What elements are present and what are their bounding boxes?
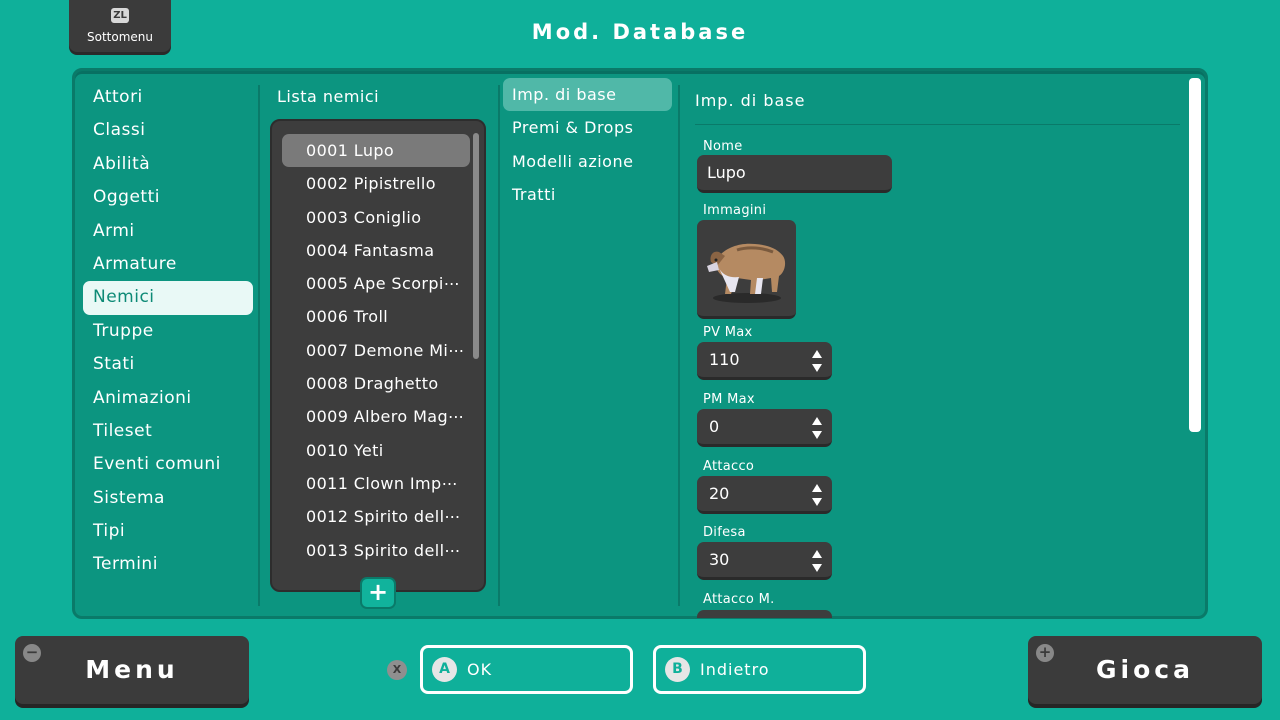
spinner-icon[interactable] <box>812 350 822 372</box>
enemy-item[interactable]: 0007 Demone Mi⋯ <box>282 334 470 367</box>
divider <box>258 85 260 606</box>
category-list: Attori Classi Abilità Oggetti Armi Armat… <box>83 81 253 582</box>
defense-label: Difesa <box>703 525 746 540</box>
pv-max-label: PV Max <box>703 325 753 340</box>
section-item-action-patterns[interactable]: Modelli azione <box>503 145 672 178</box>
minus-icon: − <box>23 644 41 662</box>
section-item-rewards-drops[interactable]: Premi & Drops <box>503 111 672 144</box>
spinner-icon[interactable] <box>812 417 822 439</box>
section-list: Imp. di base Premi & Drops Modelli azion… <box>503 78 672 211</box>
name-label: Nome <box>703 139 743 154</box>
attack-value: 20 <box>709 484 730 503</box>
enemy-list-scrollbar[interactable] <box>473 133 479 359</box>
pv-max-stepper[interactable]: 110 <box>697 342 832 380</box>
wolf-sprite-icon <box>707 243 786 303</box>
add-enemy-button[interactable]: + <box>360 577 396 609</box>
section-item-traits[interactable]: Tratti <box>503 178 672 211</box>
pm-max-stepper[interactable]: 0 <box>697 409 832 447</box>
plus-icon: + <box>1036 644 1054 662</box>
category-item-animations[interactable]: Animazioni <box>83 382 253 415</box>
category-item-tilesets[interactable]: Tileset <box>83 415 253 448</box>
spinner-icon[interactable] <box>812 484 822 506</box>
enemy-list: 0001 Lupo 0002 Pipistrello 0003 Coniglio… <box>270 119 486 592</box>
spinner-icon[interactable] <box>812 550 822 572</box>
enemy-item[interactable]: 0005 Ape Scorpi⋯ <box>282 267 470 300</box>
b-key-icon: B <box>665 657 690 682</box>
x-key-icon: X <box>387 660 407 680</box>
enemy-item[interactable]: 0004 Fantasma <box>282 234 470 267</box>
enemy-item[interactable]: 0008 Draghetto <box>282 367 470 400</box>
detail-form: Nome Lupo Immagini PV Max 110 PM Max 0 A… <box>695 131 1195 618</box>
category-item-enemies[interactable]: Nemici <box>83 281 253 315</box>
pm-max-value: 0 <box>709 417 720 436</box>
ok-label: OK <box>467 660 493 679</box>
pm-max-label: PM Max <box>703 392 755 407</box>
enemy-item[interactable]: 0003 Coniglio <box>282 201 470 234</box>
divider <box>695 124 1180 125</box>
a-key-icon: A <box>432 657 457 682</box>
section-item-basic-settings[interactable]: Imp. di base <box>503 78 672 112</box>
category-item-terms[interactable]: Termini <box>83 548 253 581</box>
pv-max-value: 110 <box>709 350 740 369</box>
detail-heading: Imp. di base <box>695 91 806 110</box>
menu-button[interactable]: − Menu <box>15 636 249 704</box>
category-item-items[interactable]: Oggetti <box>83 181 253 214</box>
category-item-troops[interactable]: Truppe <box>83 315 253 348</box>
enemy-item[interactable]: 0010 Yeti <box>282 434 470 467</box>
enemy-item[interactable]: 0001 Lupo <box>282 134 470 168</box>
enemy-item[interactable]: 0013 Spirito dell⋯ <box>282 534 470 567</box>
play-button[interactable]: + Gioca <box>1028 636 1262 704</box>
database-panel: Attori Classi Abilità Oggetti Armi Armat… <box>72 68 1208 619</box>
category-item-common-events[interactable]: Eventi comuni <box>83 448 253 481</box>
detail-scrollbar[interactable] <box>1189 78 1201 432</box>
category-item-states[interactable]: Stati <box>83 348 253 381</box>
category-item-types[interactable]: Tipi <box>83 515 253 548</box>
enemy-item[interactable]: 0009 Albero Mag⋯ <box>282 400 470 433</box>
menu-button-label: Menu <box>85 655 179 684</box>
play-button-label: Gioca <box>1096 655 1194 684</box>
ok-button[interactable]: A OK <box>420 645 633 694</box>
category-item-armors[interactable]: Armature <box>83 248 253 281</box>
m-attack-stepper[interactable] <box>697 610 832 618</box>
enemy-item[interactable]: 0011 Clown Imp⋯ <box>282 467 470 500</box>
enemy-item[interactable]: 0006 Troll <box>282 300 470 333</box>
category-item-classes[interactable]: Classi <box>83 114 253 147</box>
category-item-skills[interactable]: Abilità <box>83 148 253 181</box>
name-field[interactable]: Lupo <box>697 155 892 193</box>
category-item-actors[interactable]: Attori <box>83 81 253 114</box>
enemy-item[interactable]: 0002 Pipistrello <box>282 167 470 200</box>
enemy-item[interactable]: 0012 Spirito dell⋯ <box>282 500 470 533</box>
enemy-list-heading: Lista nemici <box>277 87 380 106</box>
attack-label: Attacco <box>703 459 755 474</box>
defense-value: 30 <box>709 550 730 569</box>
divider <box>678 85 680 606</box>
back-button[interactable]: B Indietro <box>653 645 866 694</box>
page-title: Mod. Database <box>531 20 749 44</box>
image-label: Immagini <box>703 203 767 218</box>
m-attack-label: Attacco M. <box>703 592 775 607</box>
category-item-weapons[interactable]: Armi <box>83 215 253 248</box>
enemy-image-selector[interactable] <box>697 220 796 319</box>
attack-stepper[interactable]: 20 <box>697 476 832 514</box>
category-item-system[interactable]: Sistema <box>83 482 253 515</box>
back-label: Indietro <box>700 660 770 679</box>
divider <box>498 85 500 606</box>
defense-stepper[interactable]: 30 <box>697 542 832 580</box>
